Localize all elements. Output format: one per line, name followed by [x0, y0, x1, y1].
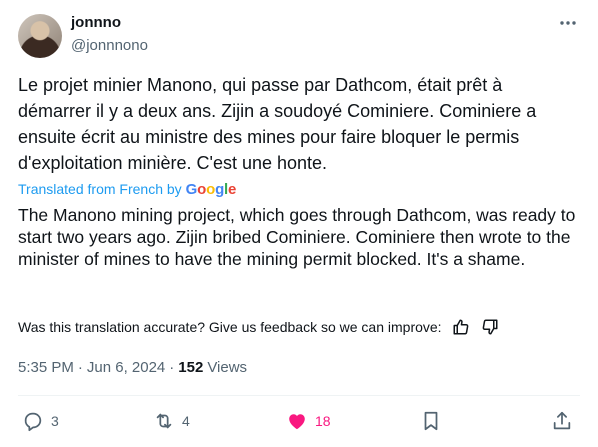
tweet-actions: 3 4 18 [18, 405, 580, 437]
tweet-translated-text: The Manono mining project, which goes th… [18, 205, 576, 269]
bookmark-button[interactable] [420, 405, 442, 437]
tweet-header: jonnno @jonnnono [18, 14, 584, 60]
heart-icon [289, 414, 305, 430]
like-count: 18 [315, 413, 331, 429]
avatar[interactable] [18, 14, 62, 58]
bookmark-icon [424, 411, 438, 431]
like-button[interactable]: 18 [286, 405, 331, 437]
repost-count: 4 [182, 413, 190, 429]
reply-button[interactable]: 3 [22, 405, 59, 437]
repost-button[interactable]: 4 [153, 405, 190, 437]
tweet-time[interactable]: 5:35 PM [18, 359, 74, 376]
share-button[interactable] [551, 405, 573, 437]
feedback-prompt: Was this translation accurate? Give us f… [18, 319, 442, 335]
author-names: jonnno @jonnnono [71, 14, 148, 55]
reply-count: 3 [51, 413, 59, 429]
author-display-name[interactable]: jonnno [71, 14, 148, 32]
tweet-original-text: Le projet minier Manono, qui passe par D… [18, 75, 537, 173]
share-icon [553, 411, 571, 430]
tweet-meta: 5:35 PM · Jun 6, 2024 · 152 Views [18, 356, 247, 378]
translated-by-link[interactable]: Translated from French by Google [18, 180, 236, 198]
views-label: Views [207, 358, 248, 376]
reply-icon [24, 412, 42, 432]
author-handle[interactable]: @jonnnono [71, 37, 148, 55]
translated-from-label: Translated from French by [18, 181, 182, 197]
repost-icon [156, 413, 172, 429]
tweet-date[interactable]: Jun 6, 2024 [87, 359, 165, 376]
thumbs-down-icon[interactable] [480, 317, 500, 337]
meta-separator: · [77, 358, 83, 376]
divider [18, 395, 580, 396]
thumbs-up-icon[interactable] [451, 317, 471, 337]
views-count: 152 [178, 358, 204, 376]
more-icon[interactable] [558, 16, 578, 30]
google-logo: Google [185, 180, 237, 198]
translation-feedback: Was this translation accurate? Give us f… [18, 316, 500, 338]
meta-separator: · [169, 358, 175, 376]
